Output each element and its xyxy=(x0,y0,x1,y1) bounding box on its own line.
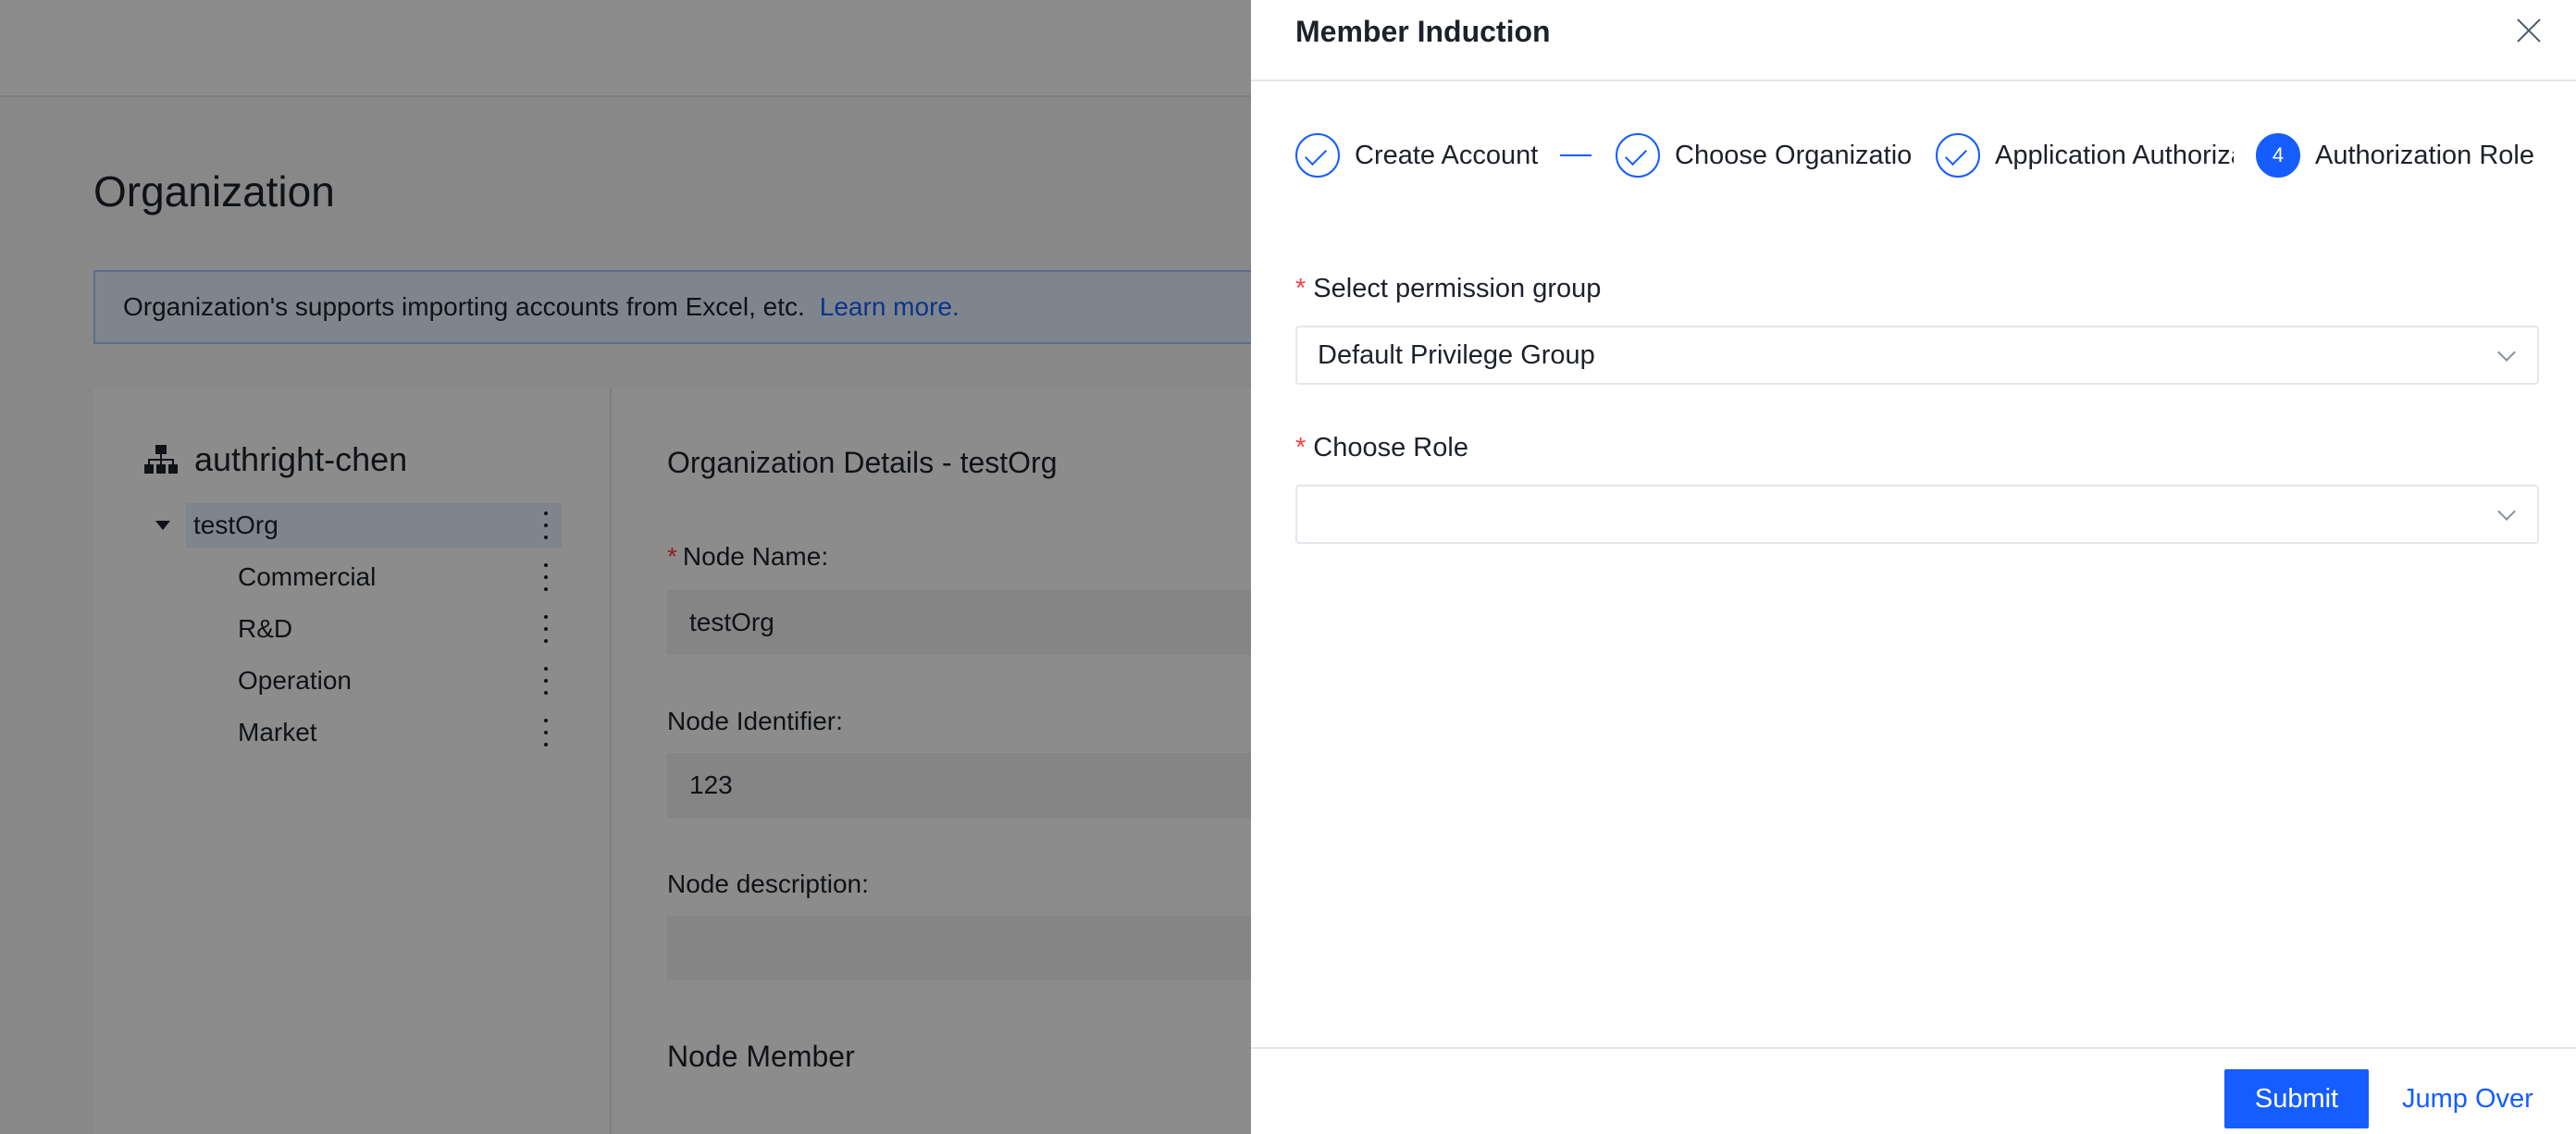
check-icon xyxy=(1616,133,1660,178)
step-label: Create Account xyxy=(1355,140,1539,170)
step-create-account[interactable]: Create Account xyxy=(1295,129,1545,181)
step-number-badge: 4 xyxy=(2256,133,2300,178)
step-authorization-role[interactable]: 4 Authorization Role xyxy=(2256,129,2554,181)
step-label: Choose Organization xyxy=(1675,140,1913,170)
step-application-authorization[interactable]: Application Authorization xyxy=(1936,129,2234,181)
check-icon xyxy=(1295,133,1340,178)
step-label: Authorization Role xyxy=(2315,140,2534,170)
step-label: Application Authorization xyxy=(1995,140,2234,170)
step-choose-organization[interactable]: Choose Organization xyxy=(1616,129,1913,181)
permission-group-select[interactable]: Default Privilege Group xyxy=(1295,326,2539,385)
check-icon xyxy=(1936,133,1980,178)
chevron-down-icon xyxy=(2497,502,2516,521)
drawer-footer: Submit Jump Over xyxy=(1251,1047,2576,1134)
chevron-down-icon xyxy=(2497,343,2516,362)
choose-role-label: * Choose Role xyxy=(1295,433,1468,462)
jump-over-button[interactable]: Jump Over xyxy=(2402,1069,2533,1128)
permission-group-label: * Select permission group xyxy=(1295,274,1602,303)
step-connector xyxy=(1560,154,1591,156)
submit-button[interactable]: Submit xyxy=(2224,1069,2369,1128)
member-induction-drawer: Member Induction Create Account Choose O… xyxy=(1251,0,2576,1134)
permission-group-value: Default Privilege Group xyxy=(1318,339,1595,370)
drawer-header: Member Induction xyxy=(1251,0,2576,81)
steps-indicator: Create Account Choose Organization Appli… xyxy=(1295,129,2554,181)
close-icon[interactable] xyxy=(2515,17,2543,44)
choose-role-select[interactable] xyxy=(1295,485,2539,544)
drawer-title: Member Induction xyxy=(1295,15,1551,48)
